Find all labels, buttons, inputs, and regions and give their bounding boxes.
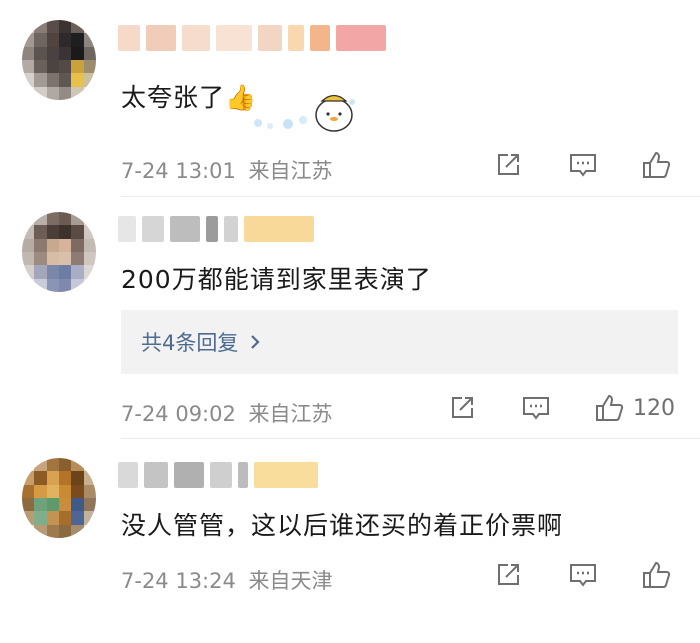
avatar[interactable] <box>22 212 96 292</box>
comment-date: 7-24 13:24 <box>121 569 236 593</box>
like-icon <box>596 394 624 421</box>
share-button[interactable] <box>448 394 476 422</box>
comment-date: 7-24 09:02 <box>121 402 236 426</box>
avatar[interactable] <box>22 20 96 100</box>
username-blurred[interactable] <box>118 25 386 51</box>
comment-meta: 7-24 13:24 来自天津 <box>121 565 333 595</box>
comment-text: 没人管管，这以后谁还买的着正价票啊 <box>121 511 564 540</box>
share-icon <box>498 154 519 175</box>
comment-item: 太夸张了👍 7-24 13:01 来自江苏 <box>0 0 700 200</box>
divider <box>121 196 700 197</box>
like-button[interactable] <box>640 149 672 181</box>
share-button[interactable] <box>494 561 522 589</box>
comment-meta: 7-24 09:02 来自江苏 <box>121 398 333 428</box>
like-icon <box>643 151 671 178</box>
share-icon <box>498 564 519 585</box>
like-button[interactable]: 120 <box>593 392 675 424</box>
chevron-right-icon <box>251 335 260 349</box>
comment-date: 7-24 13:01 <box>121 159 236 183</box>
comment-button[interactable] <box>568 151 598 179</box>
comment-text: 太夸张了👍 <box>121 83 258 112</box>
comment-item: 200万都能请到家里表演了 共4条回复 7-24 09:02 来自江苏 120 <box>0 198 700 440</box>
comment-button[interactable] <box>568 561 598 589</box>
like-button[interactable] <box>640 559 672 591</box>
comment-button[interactable] <box>521 394 551 422</box>
username-blurred[interactable] <box>118 462 318 488</box>
comment-icon <box>570 154 596 177</box>
like-icon <box>643 561 671 588</box>
divider <box>121 438 700 439</box>
replies-label: 共4条回复 <box>141 331 239 355</box>
avatar[interactable] <box>22 458 96 538</box>
share-icon <box>452 397 473 418</box>
comment-meta: 7-24 13:01 来自江苏 <box>121 155 333 185</box>
view-replies-button[interactable]: 共4条回复 <box>121 310 678 374</box>
username-blurred[interactable] <box>118 216 314 242</box>
comment-icon <box>523 397 549 420</box>
comment-location: 来自天津 <box>248 569 333 593</box>
comment-icon <box>570 564 596 587</box>
share-button[interactable] <box>494 151 522 179</box>
sticker-duck-icon <box>254 94 355 132</box>
like-count: 120 <box>633 395 675 421</box>
comment-location: 来自江苏 <box>248 159 333 183</box>
comment-item: 没人管管，这以后谁还买的着正价票啊 7-24 13:24 来自天津 <box>0 440 700 643</box>
comment-location: 来自江苏 <box>248 402 333 426</box>
comment-text: 200万都能请到家里表演了 <box>121 265 432 294</box>
